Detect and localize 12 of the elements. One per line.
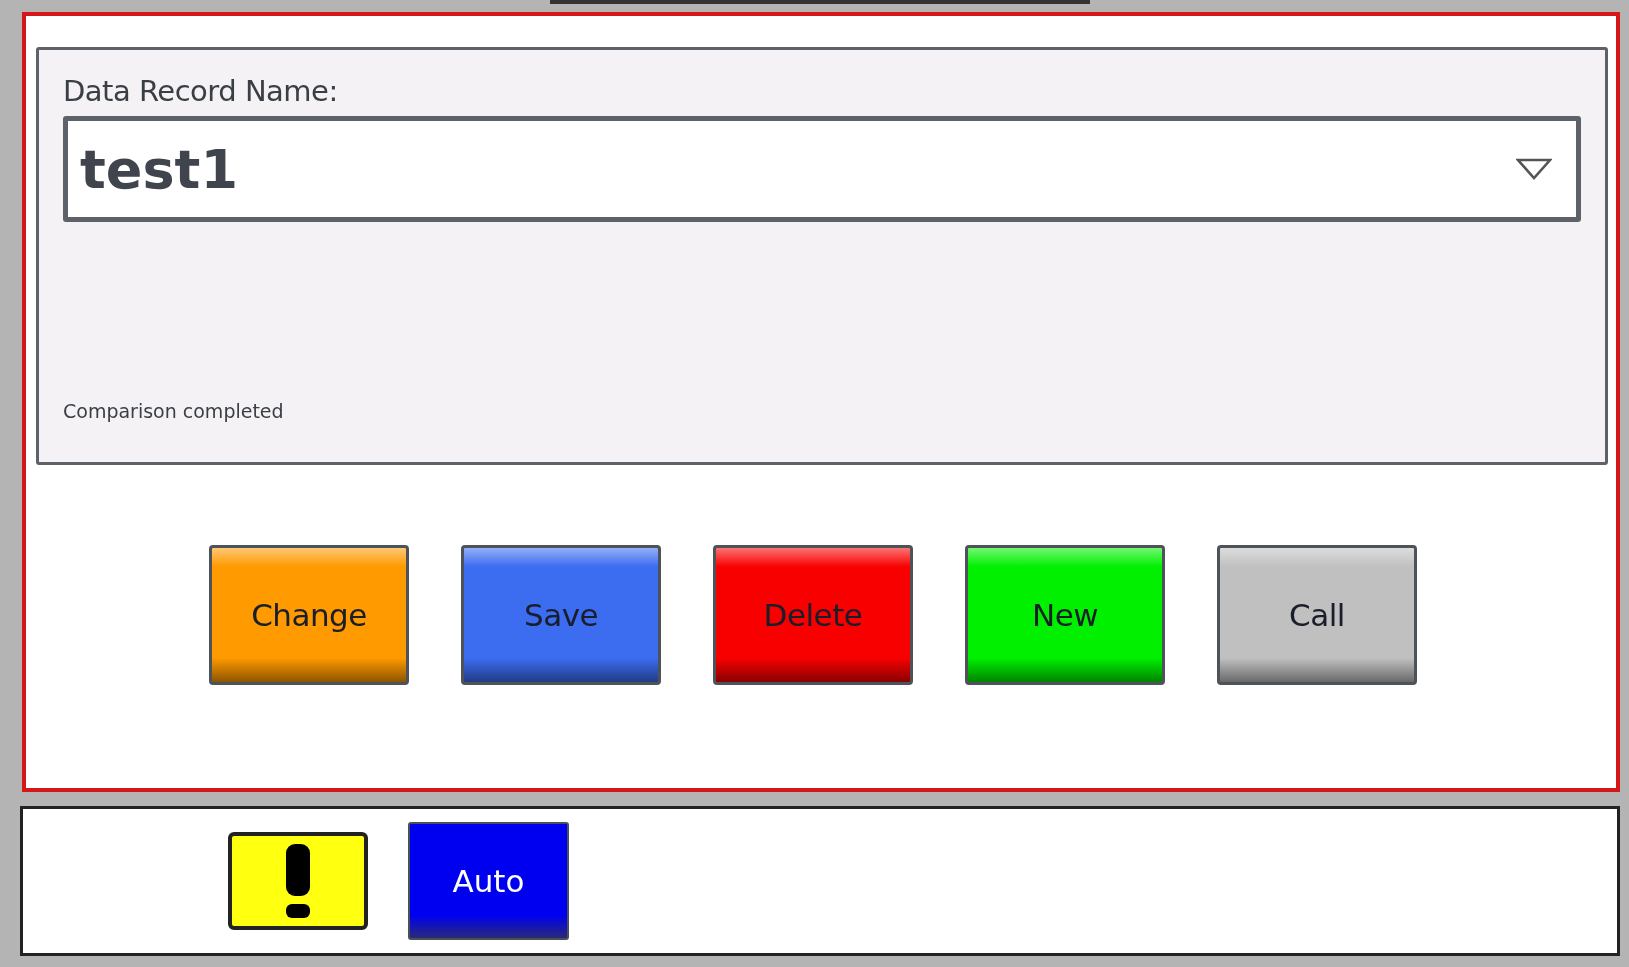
record-name-dropdown[interactable]: test1 bbox=[63, 116, 1581, 222]
action-button[interactable]: New bbox=[965, 545, 1165, 685]
action-button[interactable]: Delete bbox=[713, 545, 913, 685]
dropdown-arrow-icon bbox=[1516, 158, 1552, 180]
action-button[interactable]: Call bbox=[1217, 545, 1417, 685]
status-message: Comparison completed bbox=[63, 400, 284, 422]
action-button[interactable]: Change bbox=[209, 545, 409, 685]
field-label: Data Record Name: bbox=[63, 74, 338, 108]
action-button[interactable]: Save bbox=[461, 545, 661, 685]
warning-button[interactable] bbox=[228, 832, 368, 930]
mode-button[interactable]: Auto bbox=[408, 822, 569, 940]
exclamation-icon bbox=[285, 844, 311, 918]
